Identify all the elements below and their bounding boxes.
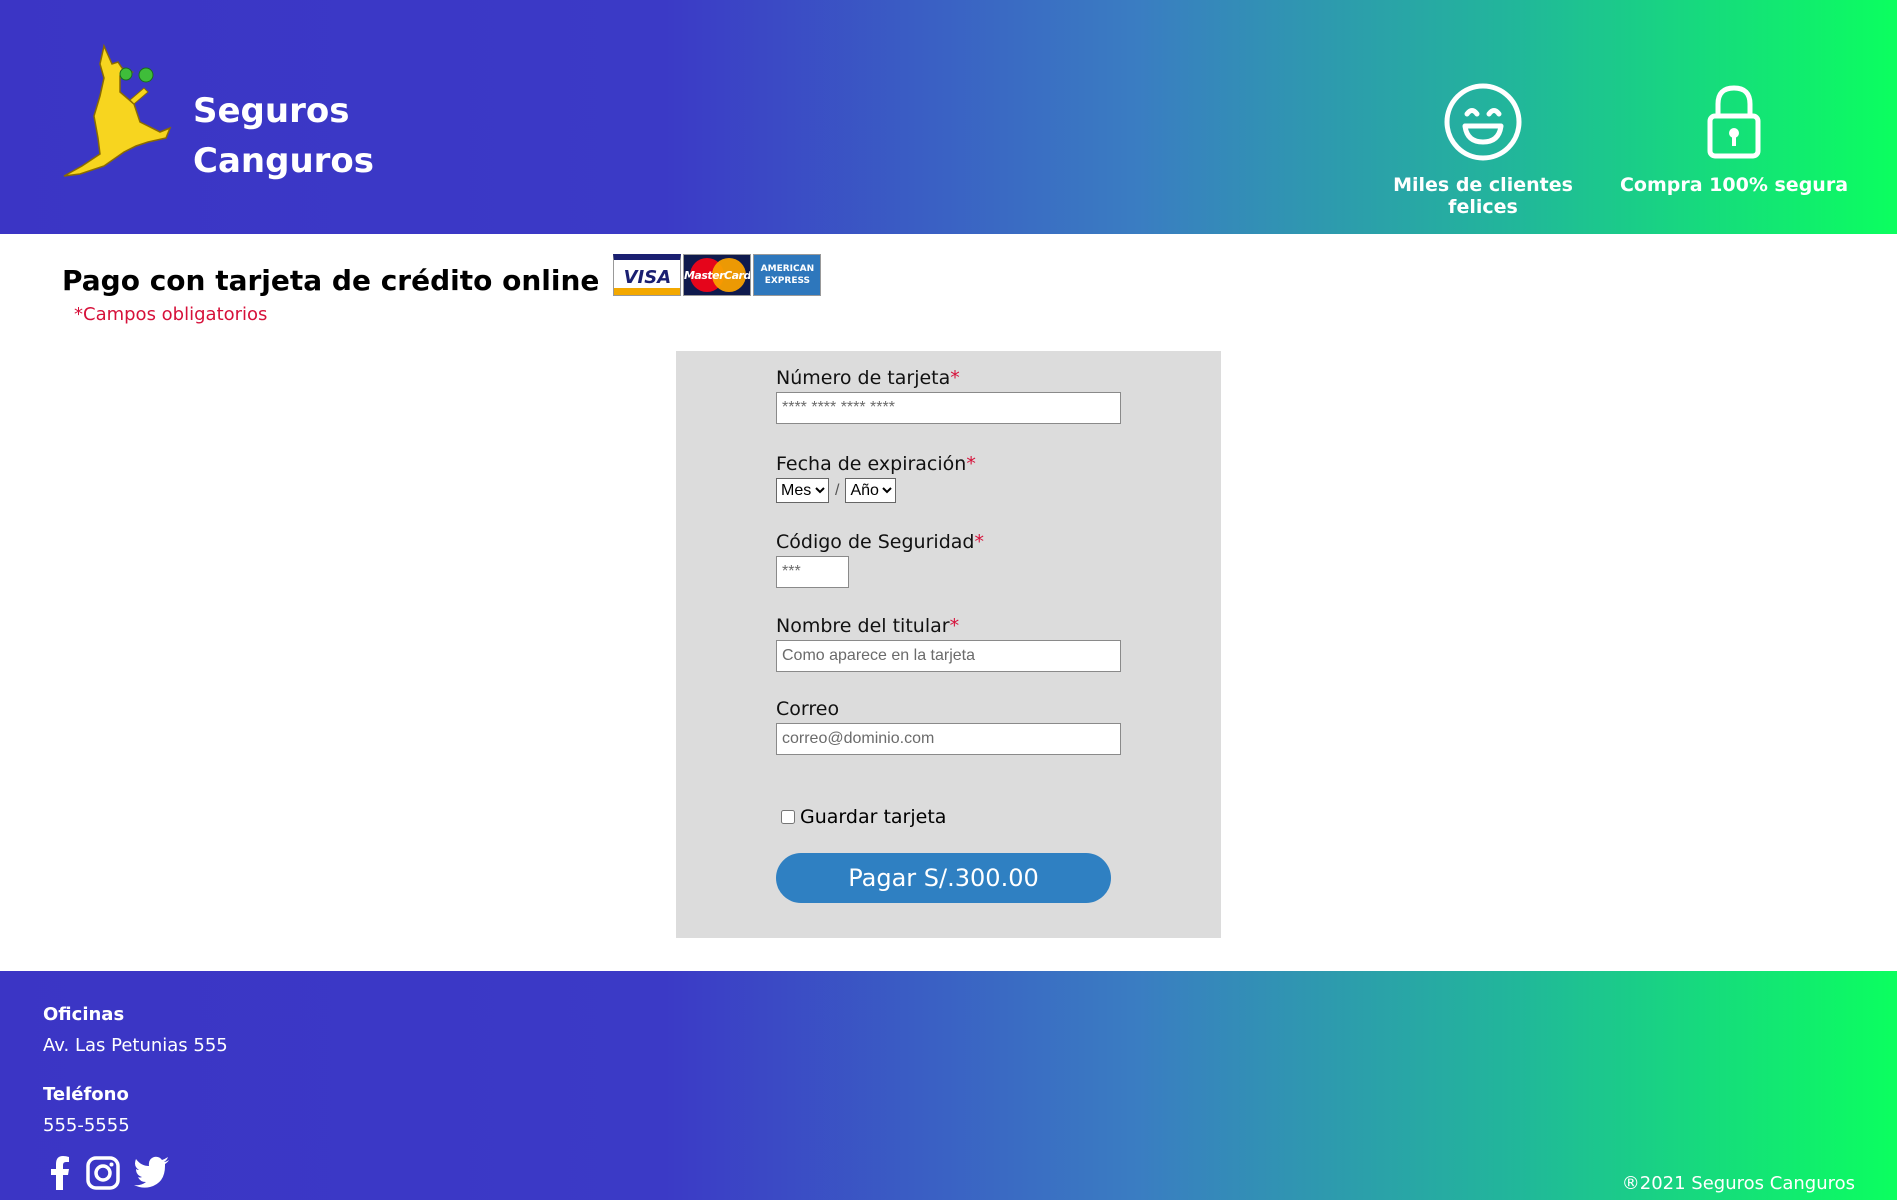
site-header: Seguros Canguros Miles de clientes felic… <box>0 0 1897 234</box>
instagram-icon[interactable] <box>86 1156 120 1190</box>
copyright: ®2021 Seguros Canguros <box>1621 1173 1855 1194</box>
brand-name[interactable]: Seguros Canguros <box>193 86 374 186</box>
accepted-cards: VISA MasterCard AMERICAN EXPRESS <box>613 254 823 296</box>
expiry-field: Fecha de expiración* Mes / Año <box>776 453 976 503</box>
page-title: Pago con tarjeta de crédito online <box>62 264 600 297</box>
kangaroo-logo[interactable] <box>60 42 178 184</box>
feature-happy-clients: Miles de clientes felices <box>1368 82 1598 218</box>
email-input[interactable] <box>776 723 1121 755</box>
expiry-label: Fecha de expiración* <box>776 453 976 475</box>
offices-heading: Oficinas <box>43 1004 125 1025</box>
required-mark: * <box>966 453 976 475</box>
page-title-row: Pago con tarjeta de crédito online VISA … <box>62 254 823 297</box>
required-fields-note: *Campos obligatorios <box>74 304 268 325</box>
site-footer: Oficinas Av. Las Petunias 555 Teléfono 5… <box>0 971 1897 1200</box>
required-mark: * <box>949 615 960 637</box>
email-field: Correo <box>776 698 1121 755</box>
feature-label: Compra 100% segura <box>1619 174 1849 196</box>
feature-label: Miles de clientes felices <box>1393 174 1573 218</box>
pay-button[interactable]: Pagar S/.300.00 <box>776 853 1111 903</box>
save-card-checkbox[interactable] <box>781 810 795 824</box>
card-number-field: Número de tarjeta* <box>776 367 1121 424</box>
cvv-field: Código de Seguridad* <box>776 531 984 588</box>
social-links <box>48 1156 170 1190</box>
required-mark: * <box>950 367 960 389</box>
amex-line-1: AMERICAN <box>760 264 815 274</box>
brand-line-2: Canguros <box>193 141 375 181</box>
payment-form: Número de tarjeta* Fecha de expiración* … <box>676 351 1221 938</box>
card-number-label: Número de tarjeta* <box>776 367 960 389</box>
brand-line-1: Seguros <box>193 91 350 131</box>
twitter-icon[interactable] <box>134 1156 170 1188</box>
cvv-label: Código de Seguridad* <box>776 531 984 553</box>
phone-number: 555-5555 <box>43 1115 130 1136</box>
amex-line-2: EXPRESS <box>764 276 811 286</box>
mastercard-logo: MasterCard <box>683 254 752 296</box>
phone-heading: Teléfono <box>43 1084 129 1105</box>
expiry-month-select[interactable]: Mes <box>776 478 829 503</box>
holder-name-field: Nombre del titular* <box>776 615 1121 672</box>
holder-name-input[interactable] <box>776 640 1121 672</box>
cvv-input[interactable] <box>776 556 849 588</box>
holder-name-label: Nombre del titular* <box>776 615 960 637</box>
offices-address: Av. Las Petunias 555 <box>43 1035 228 1056</box>
required-mark: * <box>974 531 984 553</box>
email-label: Correo <box>776 698 840 720</box>
save-card-label: Guardar tarjeta <box>800 806 947 828</box>
card-number-input[interactable] <box>776 392 1121 424</box>
expiry-separator: / <box>835 481 840 499</box>
expiry-year-select[interactable]: Año <box>845 478 897 503</box>
smiley-icon <box>1444 83 1522 161</box>
facebook-icon[interactable] <box>48 1156 72 1190</box>
amex-logo: AMERICAN EXPRESS <box>753 254 822 296</box>
save-card-option[interactable]: Guardar tarjeta <box>781 806 946 828</box>
padlock-icon <box>1707 85 1761 159</box>
feature-secure-purchase: Compra 100% segura <box>1619 82 1849 196</box>
mastercard-text: MasterCard <box>683 268 751 282</box>
visa-logo: VISA <box>613 254 682 296</box>
